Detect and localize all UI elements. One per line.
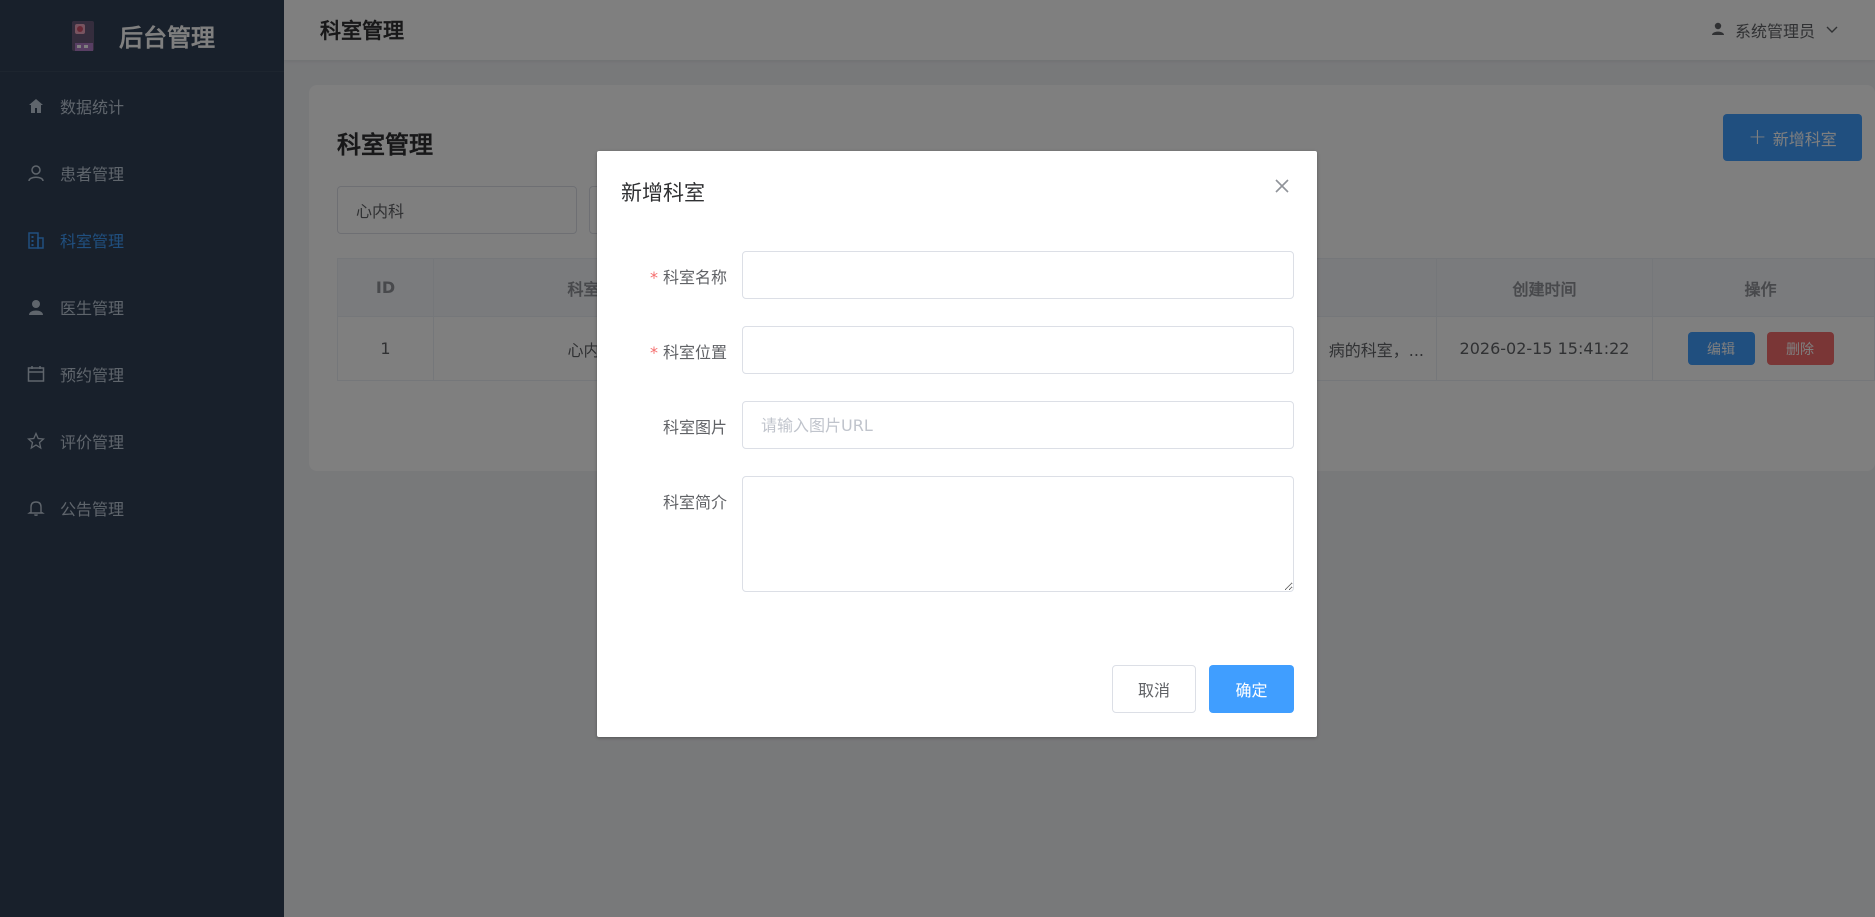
confirm-button[interactable]: 确定 (1209, 665, 1294, 713)
intro-label: 科室简介 (662, 493, 727, 512)
department-intro-textarea[interactable] (742, 476, 1294, 592)
name-label: * 科室名称 (649, 268, 727, 287)
required-mark: * (649, 343, 658, 362)
dialog-title: 新增科室 (621, 181, 705, 205)
image-label: 科室图片 (662, 418, 727, 437)
department-name-input[interactable] (742, 251, 1294, 299)
required-mark: * (649, 268, 658, 287)
add-department-dialog: 新增科室 *科室名称 *科室位置 科室图片 科室简介 取消 确定 (597, 151, 1317, 737)
location-label: * 科室位置 (649, 343, 727, 362)
cancel-button[interactable]: 取消 (1112, 665, 1196, 713)
close-icon[interactable] (1271, 175, 1293, 197)
department-location-input[interactable] (742, 326, 1294, 374)
department-image-input[interactable] (742, 401, 1294, 449)
